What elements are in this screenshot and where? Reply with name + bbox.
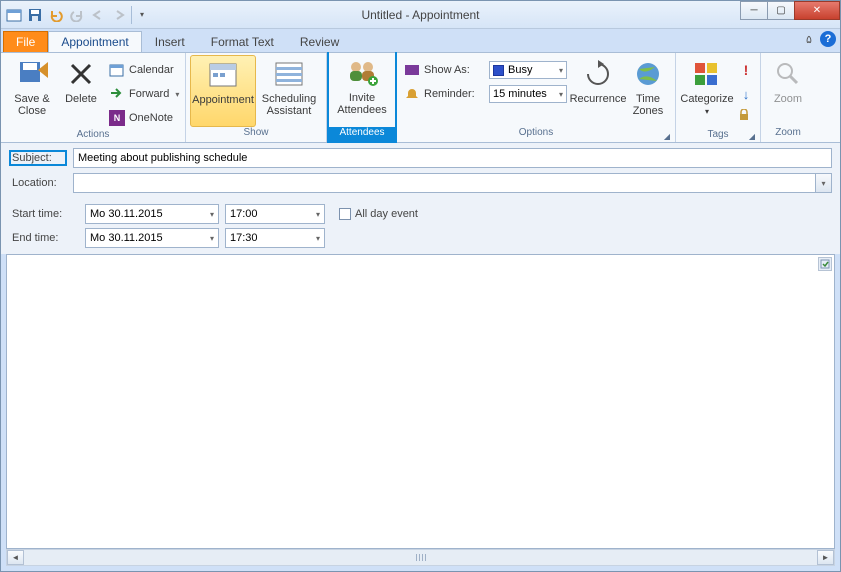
zoom-button[interactable]: Zoom [765,55,811,127]
group-zoom: Zoom Zoom [761,53,815,142]
close-button[interactable]: ✕ [794,1,840,20]
next-icon[interactable] [110,6,128,24]
subject-input[interactable] [73,148,832,168]
end-time-select[interactable]: 17:30 [225,228,325,248]
reminder-label: Reminder: [424,88,484,100]
save-icon[interactable] [26,6,44,24]
delete-button[interactable]: Delete [59,55,103,129]
previous-icon[interactable] [89,6,107,24]
group-tags: Categorize▾ ! ↓ Tags ◢ [676,53,761,142]
lock-icon [738,109,754,128]
group-attendees: Invite Attendees Attendees [327,52,397,143]
end-date-select[interactable]: Mo 30.11.2015 [85,228,219,248]
calendar-icon[interactable] [5,6,23,24]
calendar-button[interactable]: Calendar [105,59,181,81]
location-label: Location: [9,175,67,191]
time-zones-button[interactable]: Time Zones [625,55,671,127]
scroll-left-button[interactable]: ◄ [7,550,24,565]
forward-label: Forward [129,88,169,100]
undo-icon[interactable] [47,6,65,24]
calendar-label: Calendar [129,64,174,76]
help-icon[interactable]: ? [820,31,836,47]
categorize-icon [693,57,721,91]
body-editor[interactable] [6,254,835,549]
qat-dropdown-icon[interactable]: ▾ [131,6,149,24]
horizontal-scrollbar[interactable]: ◄ ► [6,549,835,566]
group-show: Appointment Scheduling Assistant Show [186,53,327,142]
ribbon-tabs: File Appointment Insert Format Text Revi… [1,29,840,52]
high-importance-button[interactable]: ! [736,59,756,81]
location-dropdown-icon[interactable]: ▾ [815,174,831,192]
appointment-button[interactable]: Appointment [190,55,256,127]
tags-dialog-launcher-icon[interactable]: ◢ [747,131,757,141]
minimize-ribbon-icon[interactable]: ۵ [802,33,816,46]
scroll-right-button[interactable]: ► [817,550,834,565]
window-controls: ─ ▢ ✕ [740,1,840,20]
group-options-label: Options ◢ [397,127,675,142]
location-input[interactable] [73,173,832,193]
tab-appointment[interactable]: Appointment [48,31,141,52]
ribbon: Save & Close Delete Calendar Forward [1,52,840,143]
save-close-button[interactable]: Save & Close [5,55,59,129]
reminder-select[interactable]: 15 minutes [489,85,567,103]
smart-tag-icon[interactable] [818,257,832,271]
app-window: ▾ Untitled - Appointment ─ ▢ ✕ File Appo… [0,0,841,572]
scroll-grip-icon [416,554,426,561]
end-time-label: End time: [9,230,79,246]
busy-indicator-icon [493,65,504,76]
recurrence-icon [584,57,612,91]
low-importance-button[interactable]: ↓ [736,83,756,105]
show-as-icon [405,63,419,77]
group-zoom-label: Zoom [761,127,815,142]
group-tags-label: Tags ◢ [676,129,760,142]
exclamation-icon: ! [744,62,749,78]
tab-insert[interactable]: Insert [142,31,198,52]
show-as-label: Show As: [424,64,484,76]
options-dialog-launcher-icon[interactable]: ◢ [662,131,672,141]
group-attendees-label: Attendees [328,127,396,142]
start-time-label: Start time: [9,206,79,222]
group-show-label: Show [186,127,326,142]
tab-format-text[interactable]: Format Text [198,31,287,52]
titlebar: ▾ Untitled - Appointment ─ ▢ ✕ [1,1,840,29]
start-time-select[interactable]: 17:00 [225,204,325,224]
forward-button[interactable]: Forward [105,83,181,105]
show-as-select[interactable]: Busy [489,61,567,79]
tab-review[interactable]: Review [287,31,352,52]
people-icon [345,56,379,90]
start-date-select[interactable]: Mo 30.11.2015 [85,204,219,224]
subject-label: Subject: [9,150,67,166]
onenote-button[interactable]: N OneNote [105,107,181,129]
recurrence-button[interactable]: Recurrence [571,55,625,127]
form-area: Subject: Location: ▾ Start time: Mo 30.1… [1,143,840,254]
private-button[interactable] [736,107,756,129]
magnifier-icon [775,57,801,91]
categorize-button[interactable]: Categorize▾ [680,55,734,129]
invite-attendees-button[interactable]: Invite Attendees [333,54,391,127]
group-actions-label: Actions [1,129,185,142]
reminder-icon [405,87,419,101]
down-arrow-icon: ↓ [743,87,750,102]
all-day-checkbox[interactable] [339,208,351,220]
quick-access-toolbar: ▾ [1,6,149,24]
minimize-button[interactable]: ─ [740,1,768,20]
tab-file[interactable]: File [3,31,48,52]
group-actions: Save & Close Delete Calendar Forward [1,53,186,142]
scroll-track[interactable] [24,550,817,565]
globe-icon [635,57,661,91]
group-options: Show As: Busy Reminder: 15 minutes [397,53,676,142]
all-day-label: All day event [355,208,418,220]
onenote-label: OneNote [129,112,173,124]
maximize-button[interactable]: ▢ [767,1,795,20]
redo-icon[interactable] [68,6,86,24]
scheduling-assistant-button[interactable]: Scheduling Assistant [256,55,322,127]
